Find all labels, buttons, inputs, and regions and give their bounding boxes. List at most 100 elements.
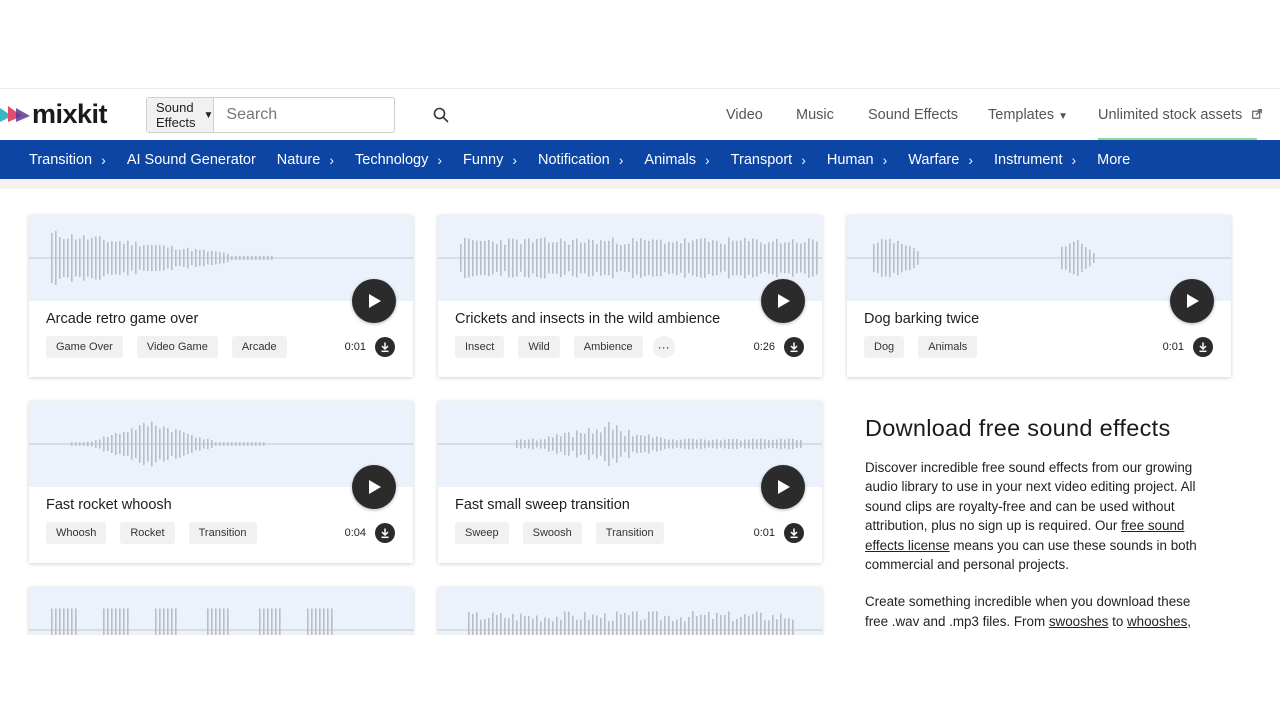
category-item[interactable]: Warfare › <box>908 152 973 168</box>
tag[interactable]: Ambience <box>573 336 643 358</box>
tag[interactable]: Video Game <box>136 336 218 358</box>
tag[interactable]: Whoosh <box>46 522 107 544</box>
download-icon <box>381 342 389 353</box>
tag[interactable]: Wild <box>518 336 560 358</box>
play-icon <box>369 480 381 494</box>
site-header: mixkit Sound Effects ▼ Video Music Sound… <box>0 88 1280 141</box>
play-button[interactable] <box>761 465 805 509</box>
nav-unlimited-label: Unlimited stock assets <box>1098 107 1243 123</box>
chevron-right-icon: › <box>1071 151 1077 168</box>
sound-card[interactable]: Fast small sweep transition Sweep Swoosh Tr… <box>438 401 822 563</box>
download-button[interactable] <box>784 523 804 543</box>
caret-down-icon: ▼ <box>1058 111 1068 122</box>
tag[interactable]: Sweep <box>455 522 509 544</box>
nav-templates[interactable]: Templates ▼ <box>988 107 1068 123</box>
category-item[interactable]: More <box>1097 152 1130 168</box>
play-button[interactable] <box>352 465 396 509</box>
duration: 0:01 <box>753 527 775 539</box>
category-label: More <box>1097 151 1131 168</box>
tag[interactable]: Rocket <box>120 522 175 544</box>
tag[interactable]: Dog <box>864 336 905 358</box>
category-item[interactable]: Transport › <box>731 152 806 168</box>
chevron-right-icon: › <box>705 151 710 168</box>
tag[interactable]: Animals <box>918 336 978 358</box>
sound-card[interactable]: Crickets and insects in the wild ambienc… <box>438 215 822 377</box>
tag-list: Game Over Video Game Arcade <box>46 336 301 358</box>
chevron-right-icon: › <box>968 151 973 168</box>
sound-title[interactable]: Fast rocket whoosh <box>46 497 172 513</box>
chevron-right-icon: › <box>801 151 806 168</box>
more-tags-button[interactable]: ··· <box>652 336 675 358</box>
sound-title[interactable]: Crickets and insects in the wild ambienc… <box>455 311 720 327</box>
download-button[interactable] <box>784 337 804 357</box>
duration: 0:26 <box>753 341 775 353</box>
nav-unlimited-stock[interactable]: Unlimited stock assets <box>1098 107 1263 123</box>
tag[interactable]: Game Over <box>46 336 123 358</box>
category-item[interactable]: Funny › <box>463 152 517 168</box>
category-item[interactable]: Transition › <box>29 152 106 168</box>
sound-card[interactable] <box>29 587 413 635</box>
play-icon <box>369 294 381 308</box>
logo[interactable]: mixkit <box>0 99 108 129</box>
chevron-right-icon: › <box>437 151 443 168</box>
category-label: Human <box>826 151 874 168</box>
tag-list: Whoosh Rocket Transition <box>46 522 271 544</box>
category-item[interactable]: Instrument › <box>994 152 1076 168</box>
duration: 0:01 <box>344 341 366 353</box>
sound-title[interactable]: Fast small sweep transition <box>455 497 630 513</box>
search-category-select[interactable]: Sound Effects ▼ <box>147 98 215 132</box>
tag[interactable]: Transition <box>188 522 257 544</box>
category-label: Warfare <box>908 151 960 168</box>
tag[interactable]: Swoosh <box>522 522 582 544</box>
duration: 0:04 <box>344 527 366 539</box>
page-frame: mixkit Sound Effects ▼ Video Music Sound… <box>0 88 1280 635</box>
category-item[interactable]: Nature › <box>277 152 334 168</box>
swooshes-link[interactable]: swooshes <box>1049 614 1109 629</box>
play-button[interactable] <box>352 279 396 323</box>
download-icon <box>790 528 798 539</box>
tag[interactable]: Insect <box>455 336 505 358</box>
tag-list: Insect Wild Ambience ··· <box>455 336 689 358</box>
sound-card[interactable]: Fast rocket whoosh Whoosh Rocket Transition… <box>29 401 413 563</box>
tag[interactable]: Arcade <box>231 336 287 358</box>
play-button[interactable] <box>761 279 805 323</box>
category-item[interactable]: Technology › <box>355 152 442 168</box>
category-bar-shadow <box>0 179 1280 189</box>
sound-card[interactable] <box>438 587 822 635</box>
sound-title[interactable]: Dog barking twice <box>864 311 979 327</box>
nav-music[interactable]: Music <box>796 107 834 123</box>
category-label: Animals <box>644 151 696 168</box>
sound-card[interactable]: Dog barking twice Dog Animals 0:01 <box>847 215 1231 377</box>
search-button[interactable] <box>433 98 449 132</box>
download-button[interactable] <box>375 337 395 357</box>
tag[interactable]: Transition <box>595 522 664 544</box>
search-input[interactable] <box>214 98 434 132</box>
intro-panel: Download free sound effects Discover inc… <box>865 415 1215 631</box>
external-link-icon <box>1252 109 1263 119</box>
category-item[interactable]: AI Sound Generator <box>127 152 256 168</box>
category-label: Funny <box>463 151 504 168</box>
sound-card[interactable]: Arcade retro game over Game Over Video Gam… <box>29 215 413 377</box>
chevron-right-icon: › <box>101 151 106 168</box>
tag-list: Dog Animals <box>864 336 991 358</box>
search-category-label: Sound Effects <box>156 100 196 130</box>
category-item[interactable]: Human › <box>827 152 887 168</box>
category-item[interactable]: Notification › <box>538 152 623 168</box>
play-button[interactable] <box>1170 279 1214 323</box>
download-button[interactable] <box>375 523 395 543</box>
category-item[interactable]: Animals › <box>644 152 709 168</box>
sound-title[interactable]: Arcade retro game over <box>46 311 198 327</box>
download-button[interactable] <box>1193 337 1213 357</box>
intro-p2-mid: to <box>1108 613 1127 629</box>
nav-templates-label: Templates <box>988 107 1055 123</box>
whooshes-link[interactable]: whooshes <box>1127 614 1187 629</box>
waveform[interactable] <box>29 587 413 635</box>
intro-paragraph-2: Create something incredible when you dow… <box>865 592 1215 631</box>
category-label: Technology <box>355 151 429 168</box>
category-label: Nature <box>276 151 321 168</box>
category-label: Transport <box>730 151 793 168</box>
waveform[interactable] <box>438 587 822 635</box>
nav-sound-effects[interactable]: Sound Effects <box>868 107 958 123</box>
category-label: Notification <box>538 151 610 168</box>
nav-video[interactable]: Video <box>726 107 763 123</box>
